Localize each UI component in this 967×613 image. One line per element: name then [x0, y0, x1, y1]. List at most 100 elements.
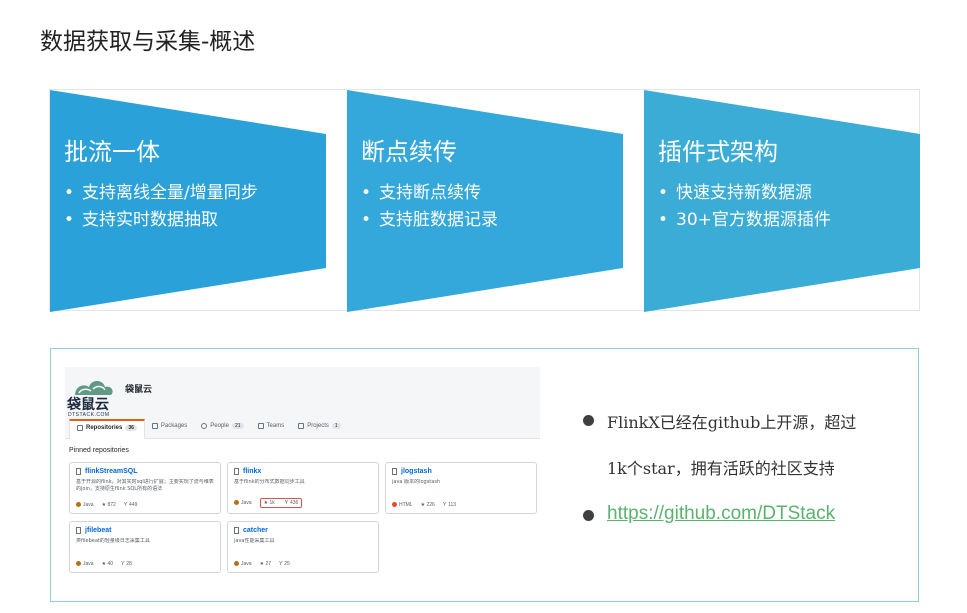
feature-item: • 支持断点续传: [361, 180, 498, 207]
highlighted-stats: ★ 1k Ƴ 436: [259, 498, 303, 508]
repo-name-link[interactable]: flinkStreamSQL: [85, 468, 138, 475]
repo-icon: [76, 468, 81, 475]
feature-item-text: 支持实时数据抽取: [82, 210, 218, 230]
repo-stars: 1k: [269, 500, 275, 506]
org-name: 袋鼠云: [125, 385, 153, 395]
feature-item-text: 支持脏数据记录: [379, 210, 498, 230]
fork-icon: Ƴ: [123, 502, 128, 508]
language-dot-icon: [76, 561, 81, 566]
feature-item-text: 快速支持新数据源: [676, 183, 812, 203]
repo-meta: Java ★ 40 Ƴ 28: [76, 561, 132, 567]
repo-name-link[interactable]: jlogstash: [401, 468, 432, 475]
feature-item: • 30+官方数据源插件: [658, 207, 831, 234]
info-box: 袋鼠云 DTSTACK.COM 袋鼠云 Repositories 36 Pack…: [50, 348, 919, 602]
repo-name-link[interactable]: jfilebeat: [85, 527, 111, 534]
feature-panel-batch-stream: 批流一体 • 支持离线全量/增量同步 • 支持实时数据抽取: [50, 90, 326, 312]
feature-item-text: 30+官方数据源插件: [676, 210, 831, 230]
repo-stars: 226: [426, 502, 435, 508]
bullet-dot-icon: [583, 415, 594, 426]
repo-name-link[interactable]: flinkx: [243, 468, 261, 475]
tab-count: 36: [125, 425, 137, 431]
language-dot-icon: [234, 500, 239, 505]
tab-packages[interactable]: Packages: [145, 419, 194, 439]
feature-panel-resume: 断点续传 • 支持断点续传 • 支持脏数据记录: [347, 90, 623, 312]
info-text-line-2: 1k个star，拥有活跃的社区支持: [607, 459, 835, 478]
repo-language: Java: [241, 500, 252, 506]
repo-stars: 40: [107, 561, 113, 567]
panel-title: 断点续传: [361, 138, 457, 166]
pinned-repositories-label: Pinned repositories: [69, 447, 129, 454]
feature-list: • 支持断点续传 • 支持脏数据记录: [361, 180, 498, 234]
panel-title: 插件式架构: [658, 138, 778, 166]
tab-label: Packages: [160, 423, 188, 429]
feature-item: • 支持实时数据抽取: [64, 207, 258, 234]
repo-forks: 28: [126, 561, 132, 567]
info-text-line-1: FlinkX已经在github上开源，超过: [607, 413, 857, 432]
repo-description: java 版本的logstash: [392, 479, 441, 485]
repo-language: Java: [83, 561, 94, 567]
logo-subtext: DTSTACK.COM: [68, 412, 110, 418]
feature-item: • 支持离线全量/增量同步: [64, 180, 258, 207]
tab-count: 21: [231, 423, 244, 429]
project-icon: [298, 423, 305, 429]
feature-list: • 快速支持新数据源 • 30+官方数据源插件: [658, 180, 831, 234]
language-dot-icon: [76, 502, 81, 507]
tab-repositories[interactable]: Repositories 36: [69, 419, 145, 439]
fork-icon: Ƴ: [284, 500, 289, 506]
repo-icon: [76, 527, 81, 534]
panel-title: 批流一体: [64, 138, 160, 166]
star-icon: ★: [101, 561, 107, 567]
repo-forks: 113: [448, 502, 457, 508]
team-icon: [257, 423, 264, 429]
repo-language: HTML: [399, 502, 413, 508]
repo-meta: Java ★ 872 Ƴ 449: [76, 502, 137, 508]
repo-description: 类filebeat的轻量级日志采集工具: [76, 538, 150, 544]
tab-label: Projects: [307, 423, 329, 429]
repo-description: 基于flink的分布式数据同步工具: [234, 479, 305, 485]
repo-card-flinkx[interactable]: flinkx 基于flink的分布式数据同步工具 Java ★ 1k Ƴ 436: [227, 462, 379, 514]
org-tabs: Repositories 36 Packages People 21 Teams: [69, 419, 348, 439]
tab-label: Repositories: [86, 425, 123, 431]
repo-card-flinkstreamsql[interactable]: flinkStreamSQL 基于开源的flink，对其实时sql进行扩展；主要…: [69, 462, 221, 514]
repo-icon: [234, 527, 239, 534]
bullet-icon: •: [64, 210, 75, 230]
bullet-icon: •: [361, 183, 372, 203]
tab-projects[interactable]: Projects 1: [291, 419, 347, 439]
repo-forks: 436: [289, 500, 299, 506]
bullet-icon: •: [64, 183, 75, 203]
repo-icon: [77, 425, 83, 431]
language-dot-icon: [392, 502, 397, 507]
tab-label: Teams: [266, 423, 285, 429]
repo-meta: Java ★ 1k Ƴ 436: [234, 498, 303, 508]
github-org-header: 袋鼠云 DTSTACK.COM 袋鼠云 Repositories 36 Pack…: [65, 367, 540, 439]
bullet-icon: •: [658, 210, 669, 230]
language-dot-icon: [234, 561, 239, 566]
tab-people[interactable]: People 21: [194, 419, 250, 439]
feature-item: • 快速支持新数据源: [658, 180, 831, 207]
repo-forks: 25: [284, 561, 290, 567]
repo-card-jlogstash[interactable]: jlogstash java 版本的logstash HTML ★ 226 Ƴ …: [385, 462, 537, 514]
star-icon: ★: [101, 502, 107, 508]
feature-item-text: 支持离线全量/增量同步: [82, 183, 258, 203]
repo-language: Java: [241, 561, 252, 567]
github-link[interactable]: https://github.com/DTStack: [607, 503, 835, 525]
tab-label: People: [210, 423, 229, 429]
feature-banner: 批流一体 • 支持离线全量/增量同步 • 支持实时数据抽取 断点续传 • 支持断点续传…: [49, 89, 920, 312]
logo-text: 袋鼠云: [67, 397, 109, 413]
repo-description: 基于开源的flink，对其实时sql进行扩展；主要实现了流与维表的join，支持…: [76, 479, 214, 492]
fork-icon: Ƴ: [279, 561, 283, 567]
bullet-dot-icon: [583, 510, 594, 521]
repo-card-catcher[interactable]: catcher java性能采集工具 Java ★ 27 Ƴ 25: [227, 521, 379, 573]
repo-icon: [392, 468, 397, 475]
fork-icon: Ƴ: [442, 502, 447, 508]
tab-teams[interactable]: Teams: [251, 419, 292, 439]
repo-card-jfilebeat[interactable]: jfilebeat 类filebeat的轻量级日志采集工具 Java ★ 40 …: [69, 521, 221, 573]
feature-list: • 支持离线全量/增量同步 • 支持实时数据抽取: [64, 180, 258, 234]
person-icon: [201, 423, 208, 429]
star-icon: ★: [259, 561, 265, 567]
repo-name-link[interactable]: catcher: [243, 527, 268, 534]
fork-icon: Ƴ: [121, 561, 125, 567]
star-icon: ★: [263, 500, 269, 506]
repo-language: Java: [83, 502, 94, 508]
repo-description: java性能采集工具: [234, 538, 275, 544]
